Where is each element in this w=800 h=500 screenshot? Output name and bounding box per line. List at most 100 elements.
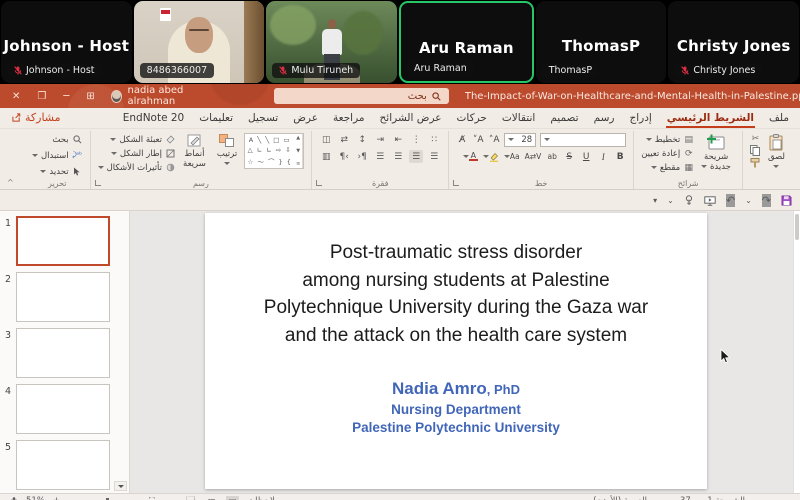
shapes-gallery-scrollbar[interactable]: ▲▼≡	[294, 134, 303, 168]
change-case-button[interactable]: Aa	[504, 150, 520, 163]
close-window-button[interactable]: ✕	[12, 91, 20, 102]
layout-button[interactable]: ▤تخطيط	[641, 133, 694, 146]
qat-overflow-button[interactable]: ▾	[653, 196, 657, 205]
drawing-dialog-launcher[interactable]	[95, 180, 101, 186]
text-shadow-button[interactable]: ab	[546, 150, 558, 163]
justify-icon[interactable]: ☰	[373, 150, 387, 163]
strikethrough-button[interactable]: S	[563, 150, 575, 163]
participant-tile-mulu[interactable]: Mulu Tiruneh	[266, 1, 397, 83]
decrease-font-icon[interactable]: A˅	[472, 133, 484, 146]
participant-tile-aru-active-speaker[interactable]: Aru Raman Aru Raman	[399, 1, 534, 83]
shapes-gallery[interactable]: ▲▼≡ ▭ □ ╲ ╲ A ⇩ ⇨ ∟ ∟ △ } { ⌒ ～ ☆	[244, 133, 304, 169]
current-slide[interactable]: Post-traumatic stress disorder among nur…	[205, 213, 707, 489]
new-slide-button[interactable]: شريحةجديدة	[697, 133, 735, 174]
tab-home-active[interactable]: الشريط الرئيسي	[666, 112, 755, 128]
slideshow-view-button[interactable]: 🗔	[184, 496, 197, 500]
slide-counter[interactable]: الشريحة 1 من 37	[680, 496, 745, 500]
font-color-button[interactable]: A	[463, 150, 478, 163]
smartart-icon[interactable]: ▥	[319, 150, 333, 163]
thumbnail-slide-4[interactable]	[16, 384, 110, 434]
participant-tile-christy[interactable]: Christy Jones Christy Jones	[668, 1, 799, 83]
text-highlight-button[interactable]	[483, 150, 499, 163]
align-left-icon[interactable]: ☰	[391, 150, 405, 163]
slide-sorter-view-button[interactable]: ▦	[205, 496, 218, 500]
tab-file[interactable]: ملف	[768, 112, 790, 128]
copy-icon[interactable]	[750, 145, 761, 156]
tab-endnote[interactable]: EndNote 20	[122, 112, 186, 128]
shape-outline-button[interactable]: إطار الشكل	[98, 147, 176, 160]
tab-help[interactable]: تعليمات	[198, 112, 234, 128]
thumbnail-slide-5[interactable]	[16, 440, 110, 490]
collapse-ribbon-button[interactable]: ^	[7, 178, 14, 187]
font-size-combo[interactable]: 28	[504, 133, 536, 147]
font-dialog-launcher[interactable]	[453, 180, 459, 186]
restore-window-button[interactable]: ❐	[37, 91, 46, 102]
participant-tile-8486366007[interactable]: 8486366007	[134, 1, 265, 83]
minimize-window-button[interactable]: ─	[63, 91, 69, 102]
character-spacing-button[interactable]: A⇄V	[525, 150, 542, 163]
shape-effects-button[interactable]: تأثيرات الأشكال	[98, 161, 176, 174]
tab-design[interactable]: تصميم	[549, 112, 579, 128]
align-center-icon[interactable]: ☰	[409, 150, 423, 163]
shape-fill-button[interactable]: تعبئة الشكل	[98, 133, 176, 146]
notes-toggle-button[interactable]: ملاحظات	[247, 496, 279, 500]
zoom-out-button[interactable]: −	[130, 496, 137, 500]
redo-button[interactable]: ↷	[762, 194, 771, 207]
save-button[interactable]	[781, 191, 792, 210]
canvas-scrollbar[interactable]	[793, 211, 800, 493]
undo-dropdown[interactable]: ⌄	[745, 196, 752, 205]
thumbnail-scroll-down-button[interactable]	[114, 481, 127, 491]
ribbon-display-options-button[interactable]: ⊞	[86, 91, 94, 102]
fit-to-window-button[interactable]: ⛶	[145, 496, 158, 500]
participant-tile-johnson[interactable]: Johnson - Host Johnson - Host	[1, 1, 132, 83]
tab-slideshow[interactable]: عرض الشرائح	[379, 112, 443, 128]
ltr-paragraph-icon[interactable]: ›¶	[337, 150, 351, 163]
participant-tile-thomasp[interactable]: ThomasP ThomasP	[536, 1, 667, 83]
numbering-icon[interactable]: ⋮	[409, 133, 423, 146]
tab-review[interactable]: مراجعة	[332, 112, 366, 128]
paste-dropdown[interactable]	[773, 165, 779, 168]
tab-draw[interactable]: رسم	[593, 112, 616, 128]
thumbnail-slide-2[interactable]	[16, 272, 110, 322]
tab-transitions[interactable]: انتقالات	[501, 112, 536, 128]
italic-button[interactable]: I	[597, 150, 609, 163]
increase-indent-icon[interactable]: ⇥	[373, 133, 387, 146]
thumbnail-slide-1-selected[interactable]	[16, 216, 110, 266]
underline-button[interactable]: U	[580, 150, 592, 163]
cut-icon[interactable]: ✂	[750, 133, 761, 144]
normal-view-button[interactable]: ▣	[226, 496, 239, 500]
paste-button[interactable]: لصق	[764, 133, 789, 169]
decrease-indent-icon[interactable]: ⇤	[391, 133, 405, 146]
align-right-icon[interactable]: ☰	[427, 150, 441, 163]
bullets-icon[interactable]: ∷	[427, 133, 441, 146]
search-box[interactable]: بحث	[274, 88, 448, 104]
rtl-paragraph-icon[interactable]: ¶‹	[355, 150, 369, 163]
increase-font-icon[interactable]: A˄	[488, 133, 500, 146]
tab-view[interactable]: عرض	[292, 112, 319, 128]
tab-animations[interactable]: حركات	[456, 112, 488, 128]
columns-icon[interactable]: ◫	[319, 133, 333, 146]
format-painter-icon[interactable]	[750, 157, 761, 168]
section-button[interactable]: ▦مقطع	[641, 161, 694, 174]
tab-insert[interactable]: إدراج	[628, 112, 652, 128]
slide-author-block[interactable]: Nadia Amro, PhD Nursing Department Pales…	[205, 379, 707, 435]
qat-customize-button[interactable]: ⌄	[667, 196, 674, 205]
account-info[interactable]: nadia abed alrahman	[111, 85, 213, 107]
text-direction-icon[interactable]: ⇄	[337, 133, 351, 146]
line-spacing-icon[interactable]: ↕	[355, 133, 369, 146]
slide-canvas[interactable]: Post-traumatic stress disorder among nur…	[130, 211, 793, 493]
paragraph-dialog-launcher[interactable]	[316, 180, 322, 186]
select-button[interactable]: تحديد	[32, 165, 83, 178]
share-button[interactable]: مشاركة	[12, 111, 61, 128]
language-indicator[interactable]: العربية (الأردن)	[593, 496, 647, 500]
quick-styles-button[interactable]: أنماطسريعة	[179, 133, 210, 171]
undo-button[interactable]: ↶	[726, 194, 735, 207]
replace-button[interactable]: ᵃᵇ⤸استبدال	[32, 149, 83, 162]
clear-formatting-icon[interactable]: A̸	[456, 133, 468, 146]
reset-button[interactable]: ⟳إعادة تعيين	[641, 147, 694, 160]
touch-mouse-mode-button[interactable]	[684, 191, 694, 210]
display-settings-icon[interactable]: ▭	[657, 496, 670, 500]
zoom-in-button[interactable]: +	[53, 496, 60, 500]
start-slideshow-button[interactable]	[704, 191, 716, 210]
arrange-button[interactable]: ترتيب	[213, 133, 241, 166]
